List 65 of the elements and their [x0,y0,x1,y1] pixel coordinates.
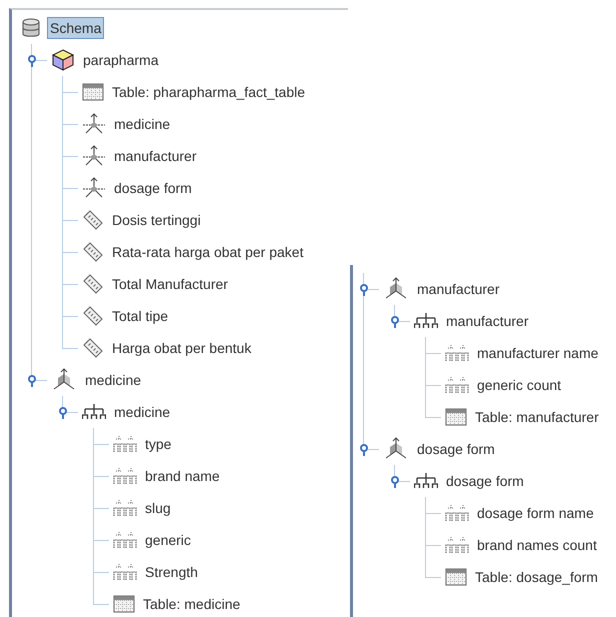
tree-node-label[interactable]: parapharma [80,49,162,71]
expand-handle-icon[interactable] [26,373,38,387]
axes-icon [383,277,409,301]
tree-node-label[interactable]: medicine [82,369,144,391]
ruler-icon [82,305,104,327]
tree-node-label[interactable]: brand names count [474,534,600,556]
table-icon [445,567,467,587]
expand-handle-icon[interactable] [26,53,38,67]
tree-node-label[interactable]: Table: pharapharma_fact_table [109,81,308,103]
level-icon [113,531,137,549]
level-icon [113,499,137,517]
cube-icon [51,48,75,72]
table-icon [82,82,104,102]
tree-node-label[interactable]: type [142,433,174,455]
expand-handle-icon[interactable] [57,405,69,419]
expand-handle-icon[interactable] [389,314,401,328]
tree-node-label[interactable]: brand name [142,465,223,487]
tree-node-label[interactable]: dosage form name [474,502,597,524]
tree-node-label[interactable]: dosage form [111,177,195,199]
ruler-icon [82,241,104,263]
tree-node-label[interactable]: manufacturer [111,145,200,167]
tree-node-label[interactable]: Total tipe [109,305,172,327]
tree-node-label[interactable]: Dosis tertinggi [109,209,204,231]
tree-node-label[interactable]: Harga obat per bentuk [109,337,254,359]
tree-node-label[interactable]: slug [142,497,174,519]
tree-node-label[interactable]: medicine [111,113,174,135]
tree-node-label[interactable]: manufacturer [443,310,532,332]
tree-node-label[interactable]: Schema [47,17,104,39]
expand-handle-icon[interactable] [358,442,370,456]
database-icon [20,17,42,39]
level-icon [445,536,469,554]
level-icon [113,435,137,453]
tree-node-label[interactable]: Strength [142,561,201,583]
hierarchy-icon [414,312,438,330]
tree-node-label[interactable]: medicine [111,401,174,423]
tree-node-label[interactable]: Rata-rata harga obat per paket [109,241,306,263]
level-icon [445,344,469,362]
level-icon [113,467,137,485]
level-icon [445,504,469,522]
tree-node-label[interactable]: Table: medicine [140,593,244,615]
hierarchy-icon [82,403,106,421]
ruler-icon [82,337,104,359]
tree-node-label[interactable]: dosage form [443,470,527,492]
tree-node-label[interactable]: Table: manufacturer [472,406,602,428]
tree-node-label[interactable]: Table: dosage_form [472,566,601,588]
tree-node-label[interactable]: generic [142,529,194,551]
expand-handle-icon[interactable] [358,282,370,296]
tree-node-label[interactable]: manufacturer [414,278,502,300]
hierarchy-icon [414,472,438,490]
ruler-icon [82,209,104,231]
node-link-icon [82,177,106,199]
axes-icon [51,368,77,392]
level-icon [445,376,469,394]
tree-node-label[interactable]: manufacturer name [474,342,602,364]
table-icon [113,594,135,614]
tree-node-label[interactable]: generic count [474,374,564,396]
table-icon [445,407,467,427]
tree-node-label[interactable]: Total Manufacturer [109,273,231,295]
axes-icon [383,437,409,461]
tree-node-label[interactable]: dosage form [414,438,498,460]
node-link-icon [82,145,106,167]
level-icon [113,563,137,581]
node-link-icon [82,113,106,135]
expand-handle-icon[interactable] [389,474,401,488]
ruler-icon [82,273,104,295]
